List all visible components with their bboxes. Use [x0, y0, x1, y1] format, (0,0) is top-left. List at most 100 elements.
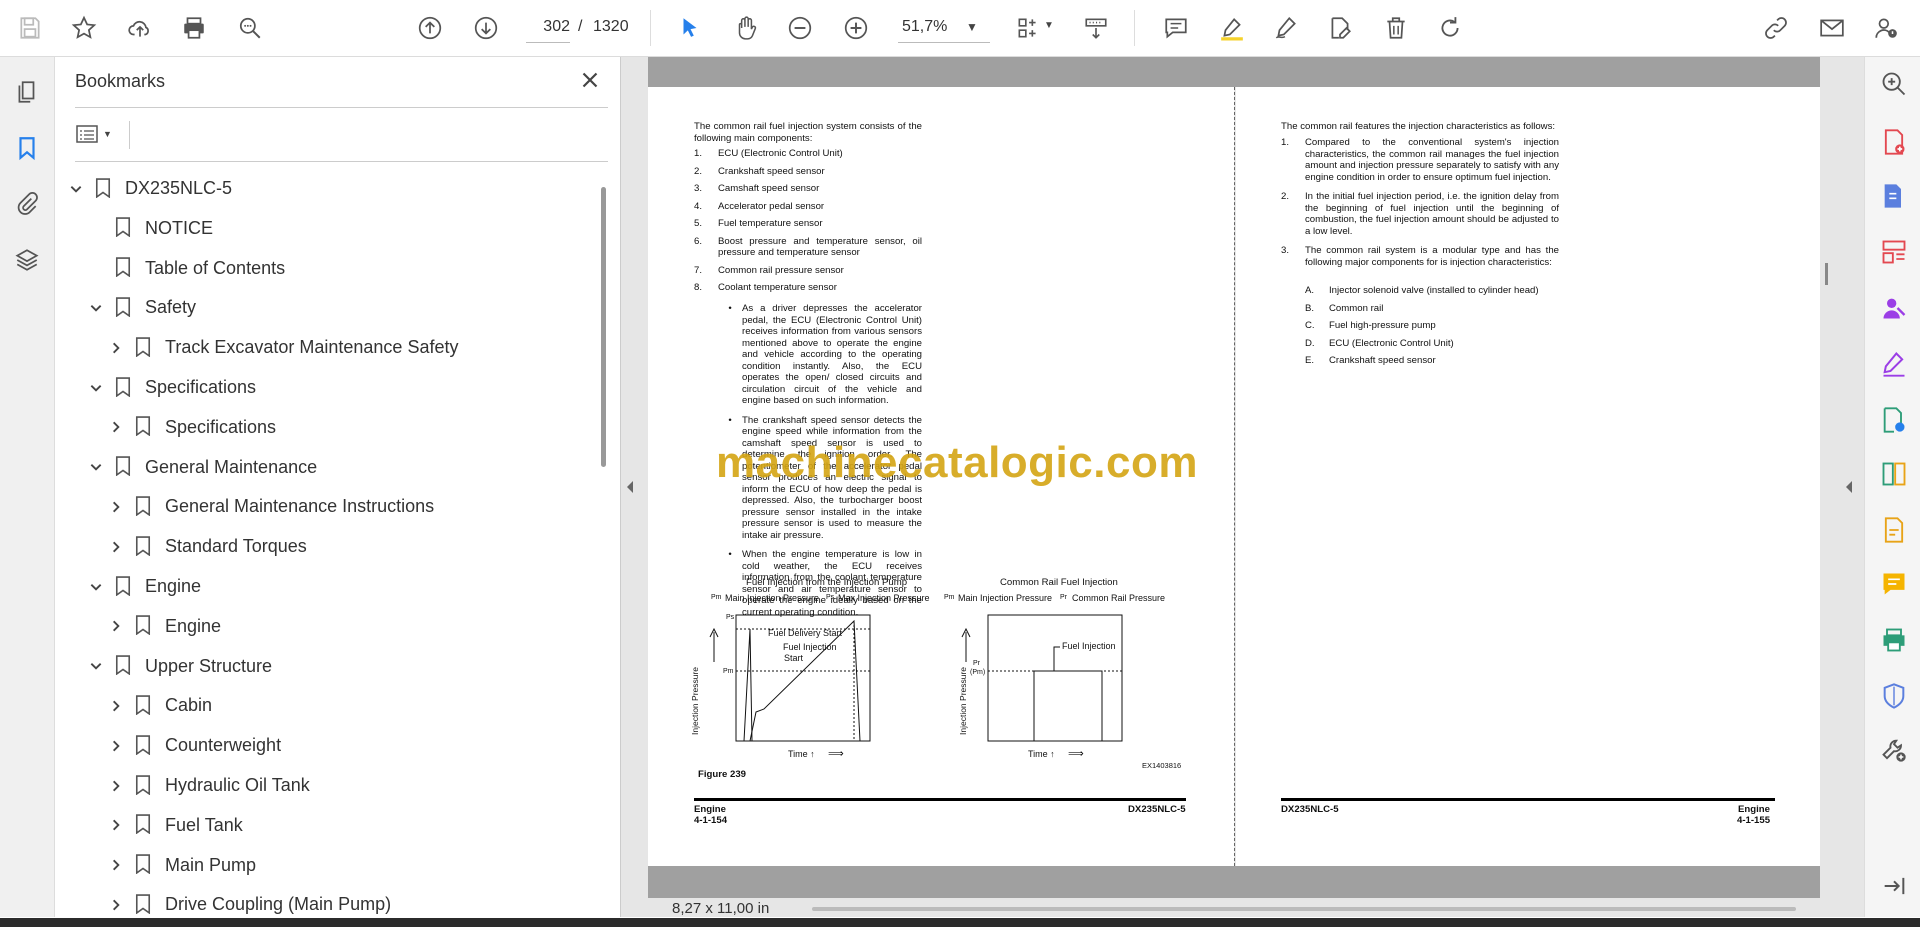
chevron-right-icon[interactable] — [105, 854, 127, 876]
email-icon[interactable] — [1814, 10, 1850, 46]
collapse-tools-icon[interactable] — [1879, 871, 1909, 901]
bookmark-icon — [135, 416, 153, 438]
bookmark-icon — [135, 894, 153, 916]
protect-shield-icon[interactable] — [1879, 681, 1909, 711]
bookmark-label: Upper Structure — [145, 655, 273, 676]
page-number-input[interactable]: 302 — [526, 12, 570, 43]
prev-page-icon[interactable] — [412, 10, 448, 46]
select-cursor-icon[interactable] — [672, 10, 708, 46]
bookmark-item[interactable]: Track Excavator Maintenance Safety — [105, 328, 458, 367]
close-icon[interactable] — [577, 67, 603, 93]
list-item: 3. Camshaft speed sensor — [694, 183, 820, 194]
collapse-left-panel-icon[interactable] — [625, 480, 639, 498]
bookmark-panel-icon[interactable] — [10, 131, 44, 165]
zoom-search-icon[interactable] — [1879, 69, 1909, 99]
share-link-icon[interactable] — [1758, 10, 1794, 46]
bookmark-icon — [135, 535, 153, 558]
comment-tool-icon[interactable] — [1879, 569, 1909, 599]
bookmark-item[interactable]: Standard Torques — [105, 527, 307, 566]
comment-icon[interactable] — [1158, 10, 1194, 46]
chevron-down-icon[interactable] — [65, 178, 87, 200]
chevron-right-icon[interactable] — [105, 695, 127, 717]
chevron-down-icon[interactable] — [85, 297, 107, 319]
bookmark-item[interactable]: Upper Structure — [85, 647, 272, 686]
bookmark-item[interactable]: Specifications — [105, 408, 276, 447]
bookmark-icon — [115, 217, 133, 239]
bookmark-item[interactable]: Engine — [105, 607, 221, 646]
chevron-down-icon[interactable]: ▼ — [1044, 20, 1054, 31]
upload-cloud-icon[interactable] — [122, 10, 158, 46]
chevron-down-icon[interactable] — [85, 655, 107, 677]
edit-pdf-icon[interactable] — [1879, 515, 1909, 545]
export-pdf-icon[interactable] — [1879, 181, 1909, 211]
fill-sign-icon[interactable] — [1879, 349, 1909, 379]
chevron-right-icon[interactable] — [105, 615, 127, 637]
highlight-icon[interactable] — [1214, 10, 1250, 46]
compare-files-icon[interactable] — [1879, 459, 1909, 489]
bookmarks-scrollbar[interactable] — [601, 187, 606, 467]
print-production-icon[interactable] — [1879, 625, 1909, 655]
chevron-down-icon[interactable] — [85, 576, 107, 598]
chevron-right-icon[interactable] — [105, 775, 127, 797]
send-review-icon[interactable] — [1879, 405, 1909, 435]
page-thumbnails-icon[interactable] — [10, 75, 44, 109]
delete-icon[interactable] — [1378, 10, 1414, 46]
rotate-icon[interactable] — [1432, 10, 1468, 46]
bookmark-label: Engine — [145, 576, 202, 596]
bookmark-options-button[interactable]: ▼ — [75, 119, 119, 149]
zoom-in-icon[interactable] — [838, 10, 874, 46]
bookmark-icon — [135, 734, 153, 757]
pdf-page-right: The common rail features the injection c… — [1236, 87, 1820, 866]
chevron-right-icon[interactable] — [105, 735, 127, 757]
list-item: 2. In the initial fuel injection period, … — [1281, 191, 1559, 237]
chevron-right-icon[interactable] — [105, 416, 127, 438]
zoom-out-icon[interactable] — [782, 10, 818, 46]
user-alert-icon[interactable] — [1868, 10, 1904, 46]
bookmark-item[interactable]: General Maintenance — [85, 448, 317, 487]
find-icon[interactable] — [232, 10, 268, 46]
organize-pages-icon[interactable] — [1879, 237, 1909, 267]
chevron-down-icon[interactable] — [85, 456, 107, 478]
scroll-mode-icon[interactable] — [1078, 10, 1114, 46]
create-pdf-icon[interactable] — [1879, 127, 1909, 157]
next-page-icon[interactable] — [468, 10, 504, 46]
bookmark-item[interactable]: Safety — [85, 288, 196, 327]
print-icon[interactable] — [176, 10, 212, 46]
chevron-right-icon[interactable] — [105, 536, 127, 558]
edit-text-icon[interactable] — [1322, 10, 1358, 46]
save-icon[interactable] — [12, 10, 48, 46]
document-horizontal-scrollbar[interactable] — [812, 907, 1796, 911]
bookmark-item[interactable]: DX235NLC-5 — [65, 169, 232, 208]
bookmark-label: Fuel Tank — [165, 814, 243, 835]
page-display-icon[interactable] — [1010, 10, 1046, 46]
right-intro: The common rail features the injection c… — [1281, 121, 1556, 132]
document-vertical-scrollbar[interactable] — [1825, 263, 1828, 285]
more-tools-icon[interactable] — [1879, 735, 1909, 765]
chevron-down-icon[interactable] — [85, 377, 107, 399]
bookmark-item[interactable]: Main Pump — [105, 846, 256, 885]
chevron-right-icon[interactable] — [105, 337, 127, 359]
list-item: 8. Coolant temperature sensor — [694, 282, 837, 293]
bookmark-item[interactable]: Fuel Tank — [105, 806, 243, 845]
zoom-level-select[interactable]: 51,7% ▼ — [898, 12, 990, 43]
layers-icon[interactable] — [10, 243, 44, 277]
draw-icon[interactable] — [1268, 10, 1304, 46]
bookmark-item[interactable]: Hydraulic Oil Tank — [105, 766, 310, 805]
expand-right-panel-icon[interactable] — [1844, 480, 1858, 498]
hand-tool-icon[interactable] — [728, 10, 764, 46]
attachments-icon[interactable] — [10, 187, 44, 221]
bookmark-item[interactable]: NOTICE — [85, 209, 213, 248]
bookmark-item[interactable]: General Maintenance Instructions — [105, 487, 434, 526]
star-icon[interactable] — [66, 10, 102, 46]
bookmark-item[interactable]: Drive Coupling (Main Pump) — [105, 885, 391, 917]
chevron-right-icon[interactable] — [105, 814, 127, 836]
chevron-right-icon[interactable] — [105, 496, 127, 518]
bookmark-item[interactable]: Cabin — [105, 686, 212, 725]
bookmark-item[interactable]: Engine — [85, 567, 201, 606]
bookmark-item[interactable]: Table of Contents — [85, 249, 285, 288]
request-signature-icon[interactable] — [1879, 293, 1909, 323]
bookmark-label: General Maintenance — [145, 456, 318, 477]
bookmark-item[interactable]: Specifications — [85, 368, 256, 407]
chevron-right-icon[interactable] — [105, 894, 127, 916]
bookmark-item[interactable]: Counterweight — [105, 726, 281, 765]
